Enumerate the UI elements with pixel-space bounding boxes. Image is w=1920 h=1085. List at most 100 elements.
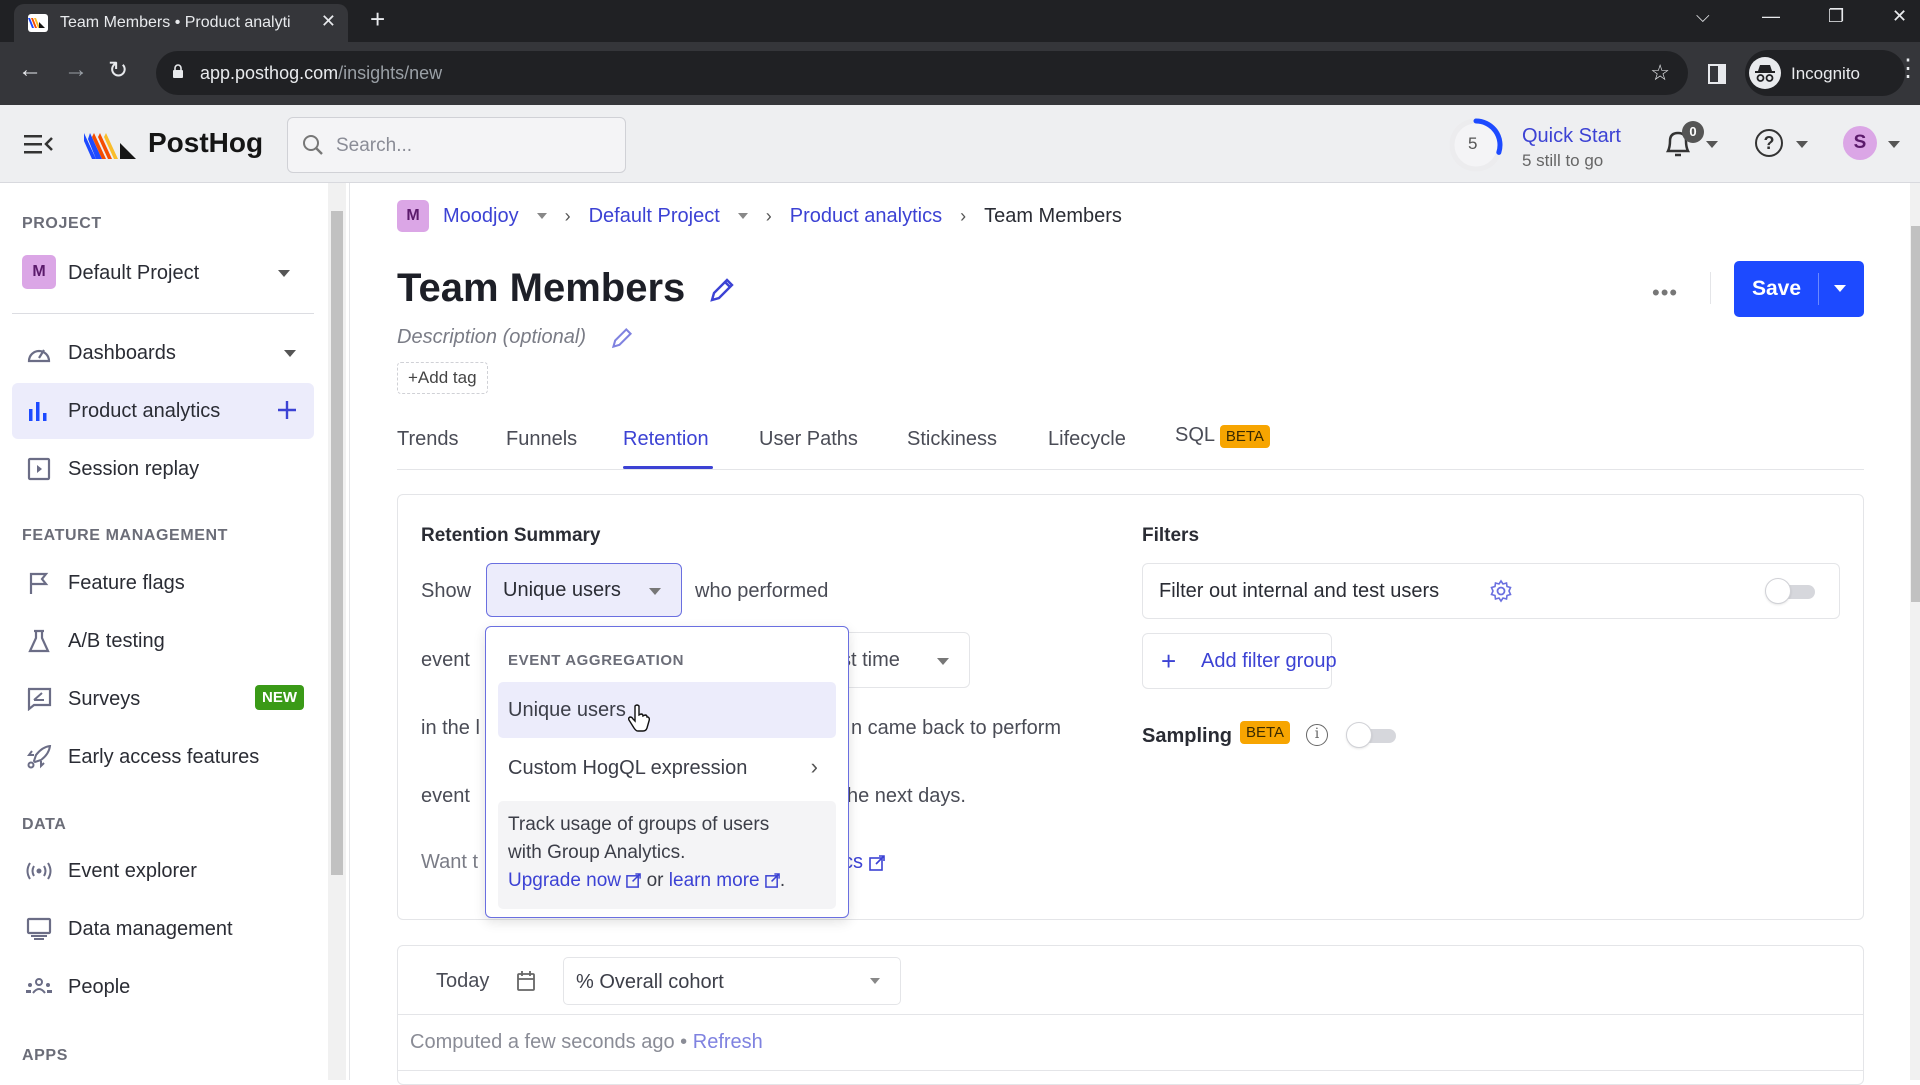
sidebar-item-data-management[interactable]: Data management <box>12 901 314 957</box>
quick-start-title: Quick Start <box>1522 125 1621 147</box>
notifications-caret-icon[interactable] <box>1706 141 1718 148</box>
chevron-down-icon[interactable] <box>284 350 296 357</box>
app-header: PostHog Search... 5 Quick Start 5 still … <box>0 105 1920 183</box>
collapse-sidebar-icon[interactable] <box>24 133 54 155</box>
address-bar[interactable]: app.posthog.com/insights/new ☆ <box>156 51 1688 95</box>
add-filter-group-button[interactable]: + Add filter group <box>1142 633 1337 689</box>
menu-item-custom-hogql[interactable]: Custom HogQL expression › <box>498 740 836 796</box>
filter-internal-users-row[interactable]: Filter out internal and test users <box>1142 563 1840 619</box>
new-tab-button[interactable]: + <box>370 4 385 35</box>
sidebar-scrollbar-thumb[interactable] <box>331 211 343 875</box>
project-avatar[interactable]: M <box>22 255 56 289</box>
refresh-link[interactable]: Refresh <box>693 1031 763 1053</box>
browser-tab-title: Team Members • Product analyti <box>60 14 291 31</box>
incognito-indicator[interactable]: Incognito <box>1745 50 1905 96</box>
sidebar-item-dashboards[interactable]: Dashboards <box>12 325 314 381</box>
browser-menu-icon[interactable]: ⋮ <box>1896 54 1920 83</box>
chevron-down-icon <box>649 588 661 595</box>
reload-icon[interactable]: ↻ <box>108 56 128 85</box>
user-menu-caret-icon[interactable] <box>1888 141 1900 148</box>
retention-type-value: st time <box>841 649 900 671</box>
org-avatar[interactable]: M <box>397 200 429 232</box>
search-input[interactable]: Search... <box>287 117 626 173</box>
tab-lifecycle[interactable]: Lifecycle <box>1048 428 1126 451</box>
filter-internal-toggle[interactable] <box>1765 577 1817 605</box>
retention-type-select[interactable]: st time <box>838 632 970 688</box>
sidebar-item-label: People <box>68 976 131 998</box>
date-range-label[interactable]: Today <box>436 970 489 993</box>
sidebar-section-data: DATA <box>22 816 67 833</box>
edit-title-pencil-icon[interactable] <box>708 276 736 304</box>
sampling-toggle[interactable] <box>1346 721 1398 749</box>
sidebar-item-people[interactable]: People <box>12 959 314 1015</box>
aggregation-select[interactable]: Unique users <box>486 563 682 617</box>
sidebar-item-session-replay[interactable]: Session replay <box>12 441 314 497</box>
breadcrumb-org[interactable]: Moodjoy <box>443 205 519 228</box>
main-scrollbar-thumb[interactable] <box>1911 226 1920 602</box>
menu-item-unique-users[interactable]: Unique users <box>498 682 836 738</box>
project-caret-icon[interactable] <box>278 270 290 277</box>
back-icon[interactable]: ← <box>18 56 42 84</box>
gear-icon[interactable] <box>1489 579 1513 603</box>
add-insight-plus-icon[interactable] <box>276 399 298 421</box>
project-switcher[interactable]: Default Project <box>68 262 199 285</box>
save-options-caret-icon[interactable] <box>1834 285 1846 292</box>
project-caret-icon[interactable] <box>737 213 748 219</box>
sidebar-item-early-access[interactable]: Early access features <box>12 729 314 785</box>
close-window-icon[interactable]: ✕ <box>1892 6 1907 27</box>
bookmark-star-icon[interactable]: ☆ <box>1650 60 1670 86</box>
next-days-text: he next days. <box>847 785 966 807</box>
help-caret-icon[interactable] <box>1796 141 1808 148</box>
org-caret-icon[interactable] <box>536 213 547 219</box>
tab-trends[interactable]: Trends <box>397 428 459 451</box>
restore-window-icon[interactable]: ❐ <box>1828 6 1844 27</box>
tab-funnels[interactable]: Funnels <box>506 428 577 451</box>
side-panel-icon[interactable] <box>1708 64 1726 84</box>
tab-stickiness[interactable]: Stickiness <box>907 428 997 451</box>
sidebar-item-surveys[interactable]: Surveys NEW <box>12 671 314 727</box>
user-avatar[interactable]: S <box>1843 126 1877 160</box>
learn-more-link[interactable]: learn more <box>669 870 780 891</box>
sidebar-item-event-explorer[interactable]: Event explorer <box>12 843 314 899</box>
sidebar-item-ab-testing[interactable]: A/B testing <box>12 613 314 669</box>
calendar-icon[interactable] <box>516 970 536 992</box>
upsell-text-line-1: Track usage of groups of users <box>508 814 770 835</box>
upgrade-now-link[interactable]: Upgrade now <box>508 870 642 891</box>
filter-internal-label: Filter out internal and test users <box>1159 580 1440 602</box>
quick-start-count: 5 <box>1468 134 1478 153</box>
insight-title[interactable]: Team Members <box>397 266 685 311</box>
event-text: event <box>421 649 470 671</box>
info-icon[interactable]: i <box>1306 724 1328 746</box>
add-tag-button[interactable]: +Add tag <box>397 362 488 394</box>
external-link-icon <box>626 873 642 889</box>
breadcrumb-product-analytics[interactable]: Product analytics <box>790 205 942 228</box>
sidebar-item-product-analytics[interactable]: Product analytics <box>12 383 314 439</box>
posthog-logo-icon[interactable] <box>84 129 144 161</box>
insight-description[interactable]: Description (optional) <box>397 326 586 349</box>
more-options-icon[interactable]: ••• <box>1652 280 1678 306</box>
sidebar-section-feature-management: FEATURE MANAGEMENT <box>22 527 229 544</box>
or-text: or <box>646 870 664 891</box>
menu-item-label: Custom HogQL expression <box>508 757 748 779</box>
breadcrumb-project[interactable]: Default Project <box>589 205 720 228</box>
edit-description-pencil-icon[interactable] <box>610 326 634 350</box>
browser-tab[interactable]: Team Members • Product analyti ✕ <box>14 4 348 42</box>
sidebar-item-label: Dashboards <box>68 342 176 364</box>
save-button[interactable]: Save <box>1734 261 1864 317</box>
minimize-window-icon[interactable]: — <box>1762 6 1780 27</box>
tab-user-paths[interactable]: User Paths <box>759 428 858 451</box>
tab-search-icon[interactable]: ⌵ <box>1696 6 1710 27</box>
learn-link[interactable]: cs <box>843 851 885 874</box>
sidebar-item-feature-flags[interactable]: Feature flags <box>12 555 314 611</box>
bar-chart-icon <box>29 402 47 421</box>
help-icon[interactable]: ? <box>1755 129 1783 157</box>
upsell-text-line-2: with Group Analytics. <box>508 842 686 863</box>
tab-retention[interactable]: Retention <box>623 428 709 451</box>
chevron-right-icon: › <box>765 205 772 226</box>
monitor-icon <box>26 917 52 940</box>
tab-sql[interactable]: SQL BETA <box>1175 424 1270 448</box>
cohort-percentage-select[interactable]: % Overall cohort <box>563 957 901 1005</box>
forward-icon[interactable]: → <box>64 56 88 84</box>
close-tab-icon[interactable]: ✕ <box>321 11 336 32</box>
posthog-wordmark[interactable]: PostHog <box>148 127 263 159</box>
